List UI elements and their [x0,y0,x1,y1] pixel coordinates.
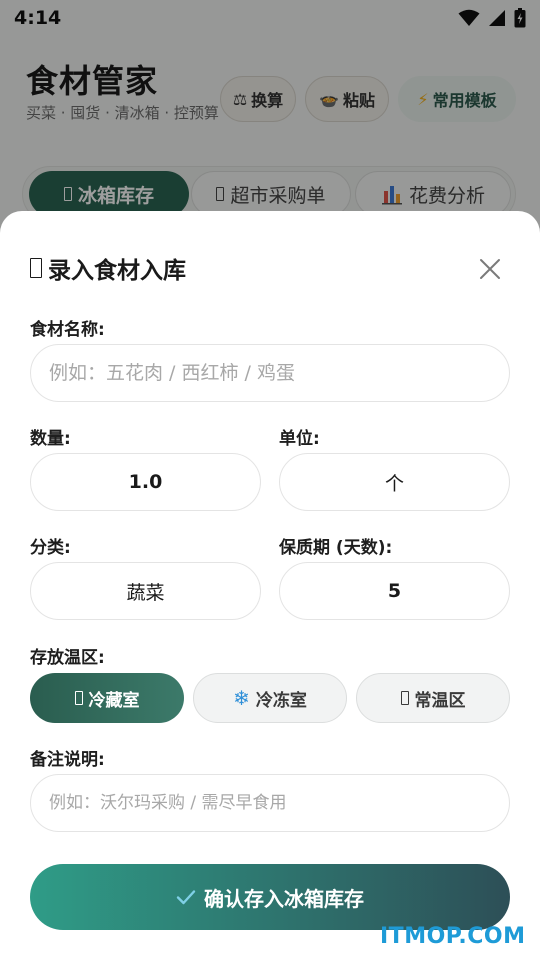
snowflake-icon: ❄ [233,686,250,710]
close-button[interactable] [474,253,506,285]
note-label: 备注说明: [30,750,105,770]
zone-label-text: 常温区 [414,690,466,711]
sheet-title-text: 录入食材入库 [48,258,186,284]
thermometer-icon [400,691,409,705]
zone-refrigerator-button[interactable]: 冷藏室 [30,673,184,723]
close-icon [480,259,500,279]
shelf-life-field[interactable]: 5 [279,562,510,620]
zone-room-temp-button[interactable]: 常温区 [356,673,510,723]
checkmark-icon [176,890,196,905]
add-ingredient-sheet: 录入食材入库 食材名称: 数量: 1.0 单位: 个 分类: 蔬菜 保质期 (天… [0,211,540,960]
confirm-label: 确认存入冰箱库存 [204,886,364,911]
name-label: 食材名称: [30,320,105,340]
fridge-icon [74,691,83,705]
quantity-field[interactable]: 1.0 [30,453,261,511]
zone-label-text: 冷冻室 [255,690,307,711]
watermark-logo: ITMOP.COM [380,924,526,949]
zone-freezer-button[interactable]: ❄ 冷冻室 [193,673,347,723]
name-input[interactable] [31,345,509,401]
sheet-title: 录入食材入库 [30,251,186,285]
box-icon [30,258,42,278]
name-field[interactable] [30,344,510,402]
unit-label: 单位: [279,429,320,449]
zone-label-text: 冷藏室 [88,690,140,711]
shelf-life-label: 保质期 (天数): [279,538,393,558]
category-field[interactable]: 蔬菜 [30,562,261,620]
quantity-label: 数量: [30,429,71,449]
note-input[interactable] [31,775,509,831]
note-field[interactable] [30,774,510,832]
category-label: 分类: [30,538,71,558]
zone-label: 存放温区: [30,648,105,668]
confirm-store-button[interactable]: 确认存入冰箱库存 [30,864,510,930]
unit-field[interactable]: 个 [279,453,510,511]
